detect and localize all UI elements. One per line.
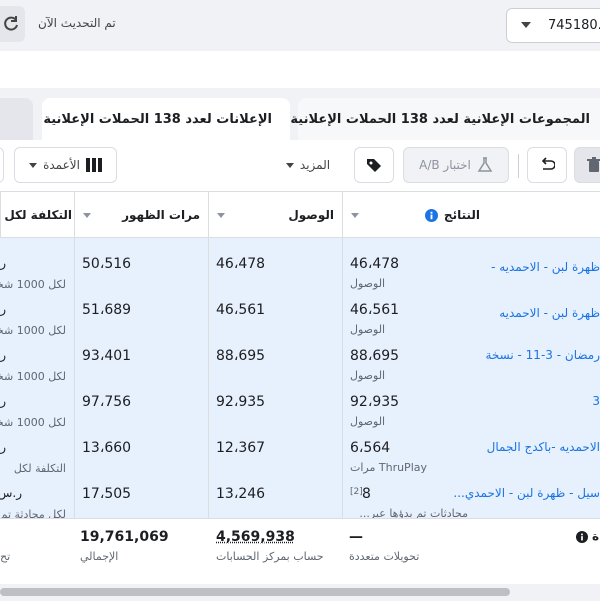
cost-value: ر (0, 256, 6, 270)
totals-name-partial: ة (592, 529, 600, 543)
refresh-button[interactable] (0, 6, 25, 42)
undo-icon (541, 157, 555, 170)
breakdown-button-partial[interactable] (0, 147, 4, 183)
total-results-type: تحويلات متعددة (349, 550, 420, 563)
chevron-down-icon (29, 162, 38, 168)
results-value: 88،695 (350, 348, 400, 364)
reach-value: 88،695 (216, 348, 266, 364)
tab-campaigns-partial[interactable] (0, 98, 33, 140)
table-row[interactable]: ظهرة لبن - الاحمديه 46،561 الوصول 46،561… (0, 288, 600, 337)
column-results-label: النتائج (443, 208, 480, 222)
impressions-value: 17،505 (82, 486, 132, 502)
total-reach-type: حساب بمركز الحسابات (216, 550, 324, 563)
ab-test-button[interactable]: اختبار A/B (403, 147, 509, 183)
ad-set-name-link[interactable]: ظهرة لبن - الاحمديه (499, 306, 600, 320)
account-id: 745180... (548, 18, 600, 33)
reach-value: 12،367 (216, 440, 266, 456)
totals-row: ة — تحويلات متعددة 4,569,938 حساب بمركز … (0, 518, 600, 584)
results-value: 46،478 (350, 256, 400, 272)
total-results: — (349, 529, 363, 545)
results-type: محادثات تم بدؤها عبر... (359, 507, 468, 518)
total-cost-type: تح (0, 550, 11, 563)
table-body: ظهرة لبن - الاحمديه - 46،478 الوصول 46،4… (0, 238, 600, 518)
table-row[interactable]: الاحمديه -باكدج الجمال 6،564 مرات ThruPl… (0, 426, 600, 475)
info-icon[interactable] (424, 208, 438, 222)
account-selector[interactable]: 745180... (506, 8, 600, 43)
ad-set-name-link[interactable]: الاحمديه -باكدج الجمال (487, 440, 600, 454)
delete-button[interactable] (574, 147, 600, 183)
cost-value: ر (0, 394, 6, 408)
refresh-icon (4, 16, 18, 31)
info-icon[interactable] (576, 531, 588, 543)
tag-icon (367, 159, 381, 172)
impressions-value: 50،516 (82, 256, 132, 272)
tab-ads-label: الإعلانات لعدد 138 الحملات الإعلانية (43, 111, 272, 127)
column-header-reach[interactable]: الوصول (208, 192, 342, 238)
column-header-results[interactable]: النتائج (342, 192, 600, 238)
results-value: 46،561 (350, 302, 400, 318)
cost-type: لكل محادثة تم بدؤها (0, 508, 66, 518)
impressions-value: 13،660 (82, 440, 132, 456)
impressions-value: 51،689 (82, 302, 132, 318)
reach-value: 13،246 (216, 486, 266, 502)
column-reach-label: الوصول (288, 208, 334, 222)
ad-set-name-link[interactable]: 3 (592, 394, 600, 408)
sort-caret-icon[interactable] (217, 212, 225, 218)
reach-value: 92،935 (216, 394, 266, 410)
toolbar-divider (518, 154, 519, 178)
table-header: النتائج الوصول مرات الظهور التكلفة لكل ن… (0, 192, 600, 238)
results-badge: [2] (350, 487, 363, 497)
table-row[interactable]: رمضان - 3-11 - نسخة 88،695 الوصول 88،695… (0, 334, 600, 383)
level-tabs: الإعلانات لعدد 138 الحملات الإعلانية الم… (0, 88, 600, 140)
column-cost-label: التكلفة لكل نتيجة (1, 208, 72, 222)
total-impressions: 19,761,069 (80, 529, 169, 545)
more-dropdown[interactable]: المزيد (276, 147, 340, 183)
results-value: 8 (362, 486, 371, 502)
column-header-cost[interactable]: التكلفة لكل نتيجة (0, 192, 74, 238)
tab-ad-sets[interactable]: المجموعات الإعلانية لعدد 138 الحملات الإ… (290, 98, 600, 140)
ab-test-label: اختبار A/B (419, 158, 471, 172)
total-impressions-type: الإجمالي (80, 550, 119, 563)
ad-set-name-link[interactable]: رمضان - 3-11 - نسخة (485, 348, 600, 362)
column-header-impressions[interactable]: مرات الظهور (74, 192, 208, 238)
horizontal-scrollbar[interactable] (0, 584, 600, 601)
cost-value: ر.س (0, 486, 22, 500)
more-label: المزيد (299, 158, 331, 172)
chevron-down-icon (521, 22, 531, 28)
table-row[interactable]: 3 92،935 الوصول 92،935 97،756 ر لكل 1000… (0, 380, 600, 429)
trash-icon (587, 157, 600, 172)
results-value: 92،935 (350, 394, 400, 410)
table-row[interactable]: سيل - ظهرة لبن - الاحمدي... [2] 8 محادثا… (0, 472, 600, 518)
ad-set-name-link[interactable]: ظهرة لبن - الاحمديه - (491, 260, 600, 274)
search-filter-bar[interactable] (0, 51, 600, 88)
columns-label: الأعمدة (43, 158, 80, 172)
impressions-value: 93،401 (82, 348, 132, 364)
tag-button[interactable] (354, 147, 394, 183)
scrollbar-thumb[interactable] (0, 588, 510, 596)
table-row[interactable]: ظهرة لبن - الاحمديه - 46،478 الوصول 46،4… (0, 242, 600, 291)
chevron-down-icon (285, 162, 294, 168)
ad-set-name-link[interactable]: سيل - ظهرة لبن - الاحمدي... (453, 486, 600, 500)
tab-ad-sets-label: المجموعات الإعلانية لعدد 138 الحملات الإ… (290, 111, 590, 127)
action-toolbar: اختبار A/B المزيد الأعمدة (0, 140, 600, 192)
top-bar: تم التحديث الآن 745180... (0, 0, 600, 51)
results-value: 6،564 (350, 440, 391, 456)
cost-value: ر (0, 302, 6, 316)
undo-button[interactable] (527, 147, 567, 183)
total-reach[interactable]: 4,569,938 (216, 529, 295, 545)
cost-value: ر (0, 348, 6, 362)
column-impressions-label: مرات الظهور (122, 208, 200, 222)
sort-caret-icon[interactable] (351, 212, 359, 218)
columns-dropdown[interactable]: الأعمدة (14, 147, 117, 183)
impressions-value: 97،756 (82, 394, 132, 410)
reach-value: 46،478 (216, 256, 266, 272)
last-updated-text: تم التحديث الآن (38, 16, 116, 30)
reach-value: 46،561 (216, 302, 266, 318)
flask-icon (477, 157, 493, 172)
columns-icon (85, 158, 102, 172)
cost-value: ر (0, 440, 6, 454)
sort-caret-icon[interactable] (83, 212, 91, 218)
tab-ads[interactable]: الإعلانات لعدد 138 الحملات الإعلانية (42, 98, 290, 140)
